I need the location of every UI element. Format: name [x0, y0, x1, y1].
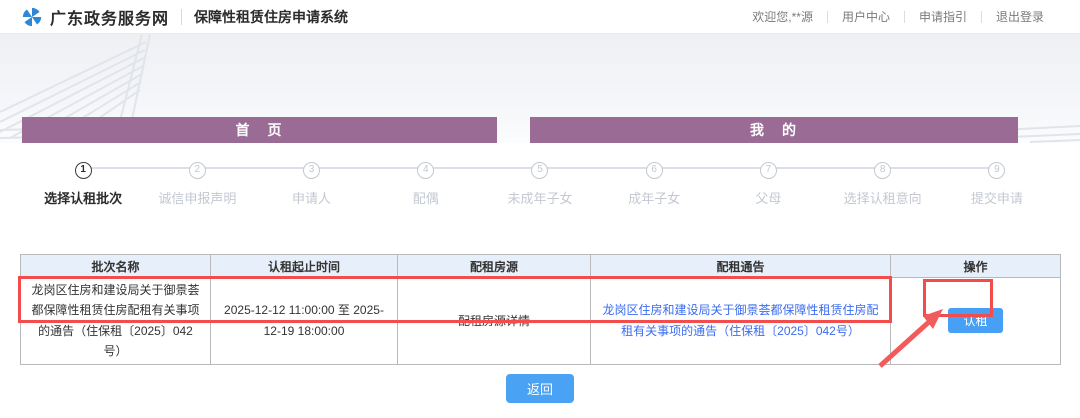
step-label: 成年子女 — [628, 191, 681, 206]
col-batch-name: 批次名称 — [20, 254, 211, 278]
system-title: 保障性租赁住房申请系统 — [194, 8, 349, 25]
step-label: 提交申请 — [970, 191, 1023, 206]
step-submit[interactable]: 9 提交申请 — [882, 159, 1054, 207]
step-label: 未成年子女 — [507, 191, 573, 206]
step-label: 选择认租意向 — [843, 191, 922, 206]
step-label: 父母 — [755, 191, 782, 206]
top-nav: 欢迎您,**源 用户中心 申请指引 退出登录 — [738, 8, 1058, 25]
table-row: 龙岗区住房和建设局关于御景荟都保障性租赁住房配租有关事项的通告（住保租〔2025… — [20, 277, 1061, 365]
brand-divider — [181, 8, 183, 25]
site-name: 广东政务服务网 — [50, 10, 170, 28]
cell-batch-name: 龙岗区住房和建设局关于御景荟都保障性租赁住房配租有关事项的通告（住保租〔2025… — [20, 277, 211, 365]
cell-notice-link[interactable]: 龙岗区住房和建设局关于御景荟都保障性租赁住房配租有关事项的通告（住保租〔2025… — [590, 277, 891, 365]
batch-table-container: 批次名称 认租起止时间 配租房源 配租通告 操作 龙岗区住房和建设局关于御景荟都… — [18, 254, 1061, 365]
nav-apply-guide[interactable]: 申请指引 — [905, 8, 981, 25]
step-label: 配偶 — [412, 191, 439, 206]
step-circle: 4 — [417, 162, 435, 179]
application-stepper: 1 选择认租批次 2 诚信申报声明 3 申请人 4 配偶 5 未成年子女 6 成… — [26, 159, 1054, 207]
col-notice: 配租通告 — [590, 254, 891, 278]
top-bar: 广东政务服务网 保障性租赁住房申请系统 欢迎您,**源 用户中心 申请指引 退出… — [0, 0, 1080, 34]
step-circle: 5 — [531, 162, 549, 179]
nav-user-center[interactable]: 用户中心 — [828, 8, 904, 25]
cell-time-range: 2025-12-12 11:00:00 至 2025-12-19 18:00:0… — [210, 277, 398, 365]
step-circle: 9 — [988, 162, 1006, 179]
step-circle: 2 — [188, 162, 206, 179]
step-label: 诚信申报声明 — [158, 191, 237, 206]
step-circle: 3 — [303, 162, 321, 179]
back-button[interactable]: 返回 — [506, 373, 574, 403]
rent-button[interactable]: 认租 — [948, 308, 1003, 334]
batch-table: 批次名称 认租起止时间 配租房源 配租通告 操作 龙岗区住房和建设局关于御景荟都… — [20, 254, 1061, 365]
nav-logout[interactable]: 退出登录 — [982, 8, 1058, 25]
section-bar-mine[interactable]: 我 的 — [530, 117, 1018, 143]
pinwheel-logo-icon — [22, 7, 42, 26]
step-label: 选择认租批次 — [44, 191, 123, 206]
table-header-row: 批次名称 认租起止时间 配租房源 配租通告 操作 — [20, 254, 1061, 278]
step-circle: 6 — [645, 162, 663, 179]
cell-action: 认租 — [890, 277, 1061, 365]
welcome-text: 欢迎您,**源 — [752, 10, 813, 24]
step-circle: 1 — [74, 162, 92, 179]
col-time-range: 认租起止时间 — [210, 254, 398, 278]
section-bar-home[interactable]: 首 页 — [22, 117, 497, 143]
cell-house-source-link[interactable]: 配租房源详情 — [397, 277, 591, 365]
banner: 首 页 我 的 — [0, 34, 1080, 143]
step-label: 申请人 — [292, 191, 332, 206]
step-circle: 7 — [759, 162, 777, 179]
step-circle: 8 — [874, 162, 892, 179]
col-action: 操作 — [890, 254, 1061, 278]
col-house-source: 配租房源 — [397, 254, 591, 278]
